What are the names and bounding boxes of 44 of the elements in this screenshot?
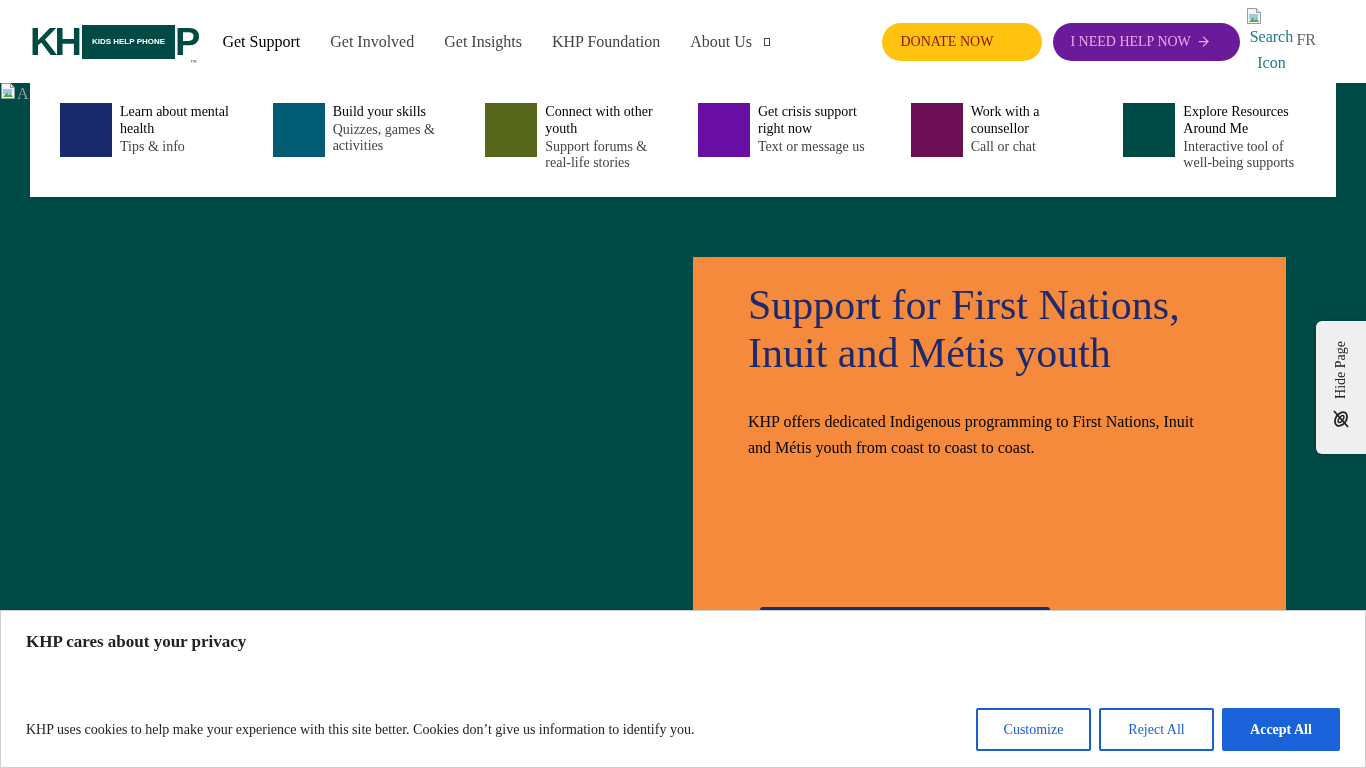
donate-button[interactable]: DONATE NOW (882, 22, 1043, 61)
cookie-option-button[interactable]: Reject All (1099, 708, 1214, 751)
tile-thumbnail[interactable] (1123, 103, 1176, 157)
nav-link[interactable]: Get Insights (444, 29, 522, 54)
nav-link[interactable]: Get Support (222, 29, 301, 54)
tile-thumbnail[interactable] (272, 103, 325, 157)
quick-link-title[interactable]: Explore Resources Around Me (1183, 103, 1308, 137)
language-link[interactable]: FR (1296, 0, 1316, 50)
quick-link-title[interactable]: Connect with other youth (545, 103, 670, 137)
quick-link-subtitle: Call or chat (970, 139, 1037, 155)
image-alt-text: A (17, 84, 29, 104)
quick-link-subtitle: Tips & info (120, 139, 186, 155)
hide-page-label: Hide Page (1333, 341, 1349, 399)
broken-image-icon (1246, 8, 1263, 24)
logo-tagline[interactable]: KIDS HELP PHONE (81, 24, 176, 59)
quick-link-subtitle: Text or message us (758, 139, 866, 155)
tile-thumbnail[interactable] (60, 103, 112, 157)
quick-link-subtitle: Quizzes, games & activities (332, 122, 436, 154)
nav-link[interactable]: KHP Foundation (552, 29, 661, 54)
quick-link-title[interactable]: Get crisis support right now (758, 103, 882, 137)
quick-link-subtitle: Support forums & real-life stories (545, 139, 649, 171)
logo-letter[interactable]: P (175, 24, 201, 59)
quick-link-title[interactable]: Learn about mental health (120, 103, 244, 137)
help-now-button[interactable]: I NEED HELP NOW (1053, 22, 1241, 61)
hero-button[interactable] (760, 607, 1050, 610)
slashed-ring-icon (1333, 408, 1349, 429)
quick-link-subtitle: Interactive tool of well-being supports (1183, 139, 1296, 171)
tile-thumbnail[interactable] (485, 103, 538, 157)
tile-thumbnail[interactable] (910, 103, 963, 157)
tile-thumbnail[interactable] (698, 103, 750, 157)
quick-link-title[interactable]: Build your skills (332, 103, 457, 120)
nav-link[interactable]: About Us (690, 29, 771, 54)
accept-all-button[interactable]: Accept All (1222, 708, 1340, 751)
cookie-text: KHP uses cookies to help make your experience with this site better. Cookies don’t give us information to identify you. (26, 720, 695, 739)
cookie-option-button[interactable]: Customize (976, 708, 1091, 751)
search-link[interactable]: Search Icon (1246, 24, 1297, 76)
nav-link[interactable]: Get Involved (330, 29, 415, 54)
hero-text: KHP offers dedicated Indigenous programming to First Nations, Inuit and Métis youth from coast to coast to coast. (748, 412, 1195, 459)
hero-heading: Support for First Nations, Inuit and Métis youth (748, 281, 1181, 377)
logo-letters[interactable]: KH (30, 24, 79, 59)
cookie-title: KHP cares about your privacy (26, 631, 248, 653)
arrow-right-icon (1195, 34, 1211, 49)
quick-link-title[interactable]: Work with a counsellor (970, 103, 1095, 137)
hide-page-tab[interactable]: Hide Page (1316, 321, 1366, 454)
